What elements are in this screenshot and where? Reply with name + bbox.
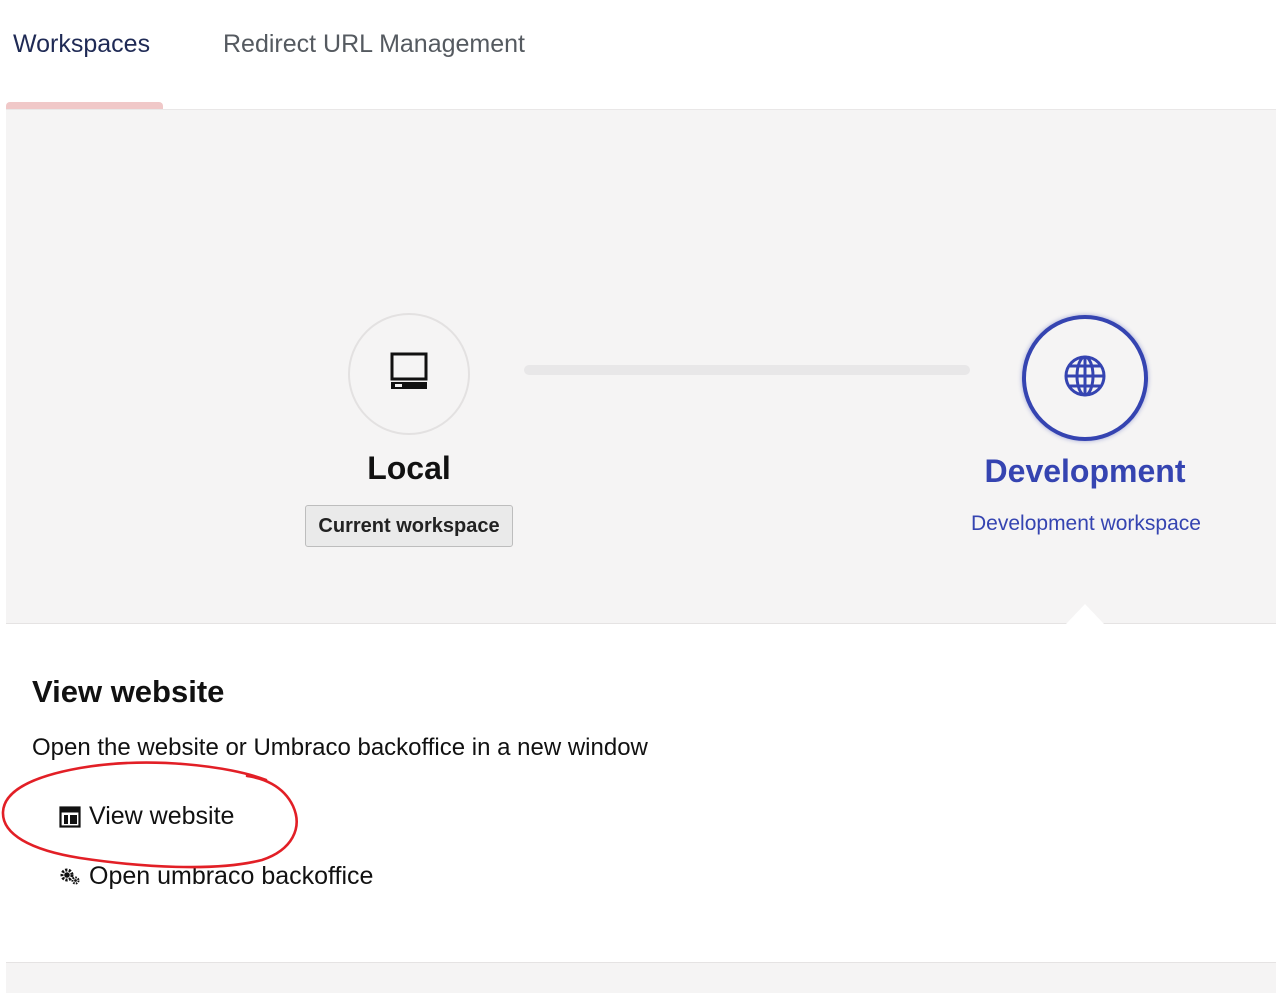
- gears-icon: [58, 865, 82, 889]
- development-workspace-title[interactable]: Development: [965, 453, 1205, 490]
- selected-workspace-pointer: [1066, 604, 1104, 624]
- development-workspace-subtitle: Development workspace: [971, 512, 1201, 535]
- local-workspace-title: Local: [367, 450, 451, 486]
- workspace-connector-line: [524, 365, 970, 375]
- tab-workspaces[interactable]: Workspaces: [13, 30, 150, 59]
- tab-bar: Workspaces Redirect URL Management: [0, 0, 1276, 110]
- view-website-label: View website: [89, 802, 235, 830]
- bottom-panel-strip: [6, 962, 1276, 993]
- open-backoffice-label: Open umbraco backoffice: [89, 862, 374, 890]
- open-backoffice-link[interactable]: Open umbraco backoffice: [58, 862, 373, 891]
- section-description: Open the website or Umbraco backoffice i…: [32, 734, 648, 761]
- globe-icon: [1063, 354, 1107, 403]
- view-website-link[interactable]: View website: [58, 802, 234, 831]
- section-title: View website: [32, 674, 225, 709]
- workspaces-page: Workspaces Redirect URL Management Local…: [0, 0, 1276, 993]
- computer-icon: [389, 352, 429, 397]
- local-workspace-node[interactable]: [348, 313, 470, 435]
- tab-redirect-url-management[interactable]: Redirect URL Management: [223, 30, 525, 59]
- window-icon: [58, 805, 82, 829]
- development-workspace-node[interactable]: [1022, 315, 1148, 441]
- current-workspace-badge: Current workspace: [305, 505, 513, 547]
